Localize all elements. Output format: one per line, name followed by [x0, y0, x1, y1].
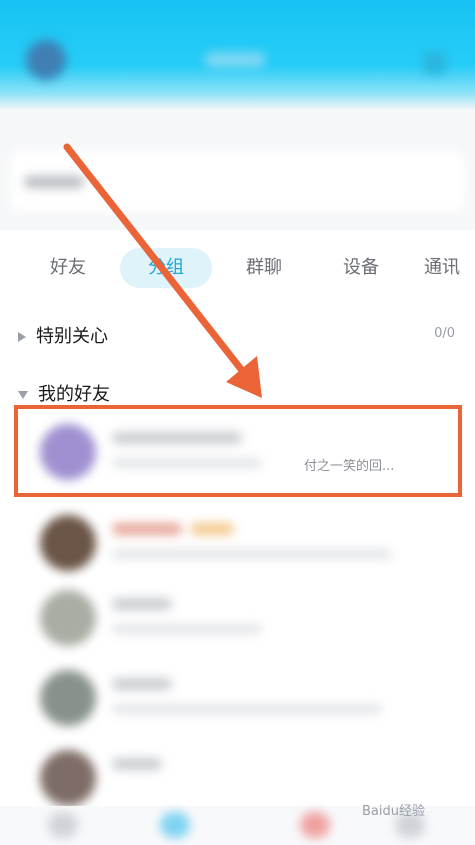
messages-tab-icon[interactable]: [48, 812, 78, 838]
contacts-tab-icon[interactable]: [160, 812, 190, 838]
watermark: Baidu经验: [362, 804, 425, 819]
discover-tab-icon[interactable]: [300, 812, 330, 838]
annotation-arrow-icon: [63, 143, 262, 398]
